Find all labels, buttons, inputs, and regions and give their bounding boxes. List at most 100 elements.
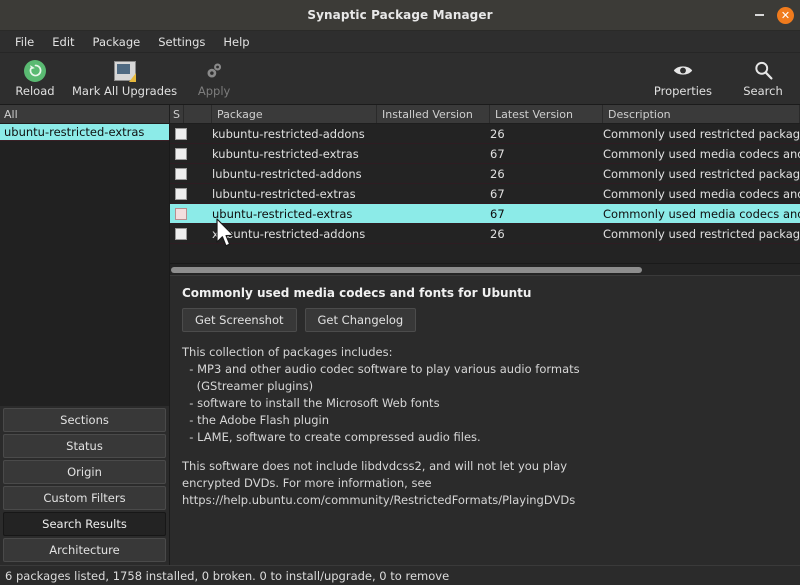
cell-package: kubuntu-restricted-extras	[212, 146, 359, 161]
row-checkbox[interactable]	[170, 227, 212, 240]
toolbar: Reload Mark All Upgrades Apply Propertie…	[0, 53, 800, 105]
column-header-description[interactable]: Description	[603, 105, 800, 123]
package-area: S Package Installed Version Latest Versi…	[170, 105, 800, 565]
search-label: Search	[743, 84, 783, 98]
details-line: encrypted DVDs. For more information, se…	[182, 476, 432, 490]
table-row[interactable]: kubuntu-restricted-extras 67 Commonly us…	[170, 144, 800, 164]
scrollbar-thumb[interactable]	[171, 266, 642, 273]
mark-all-upgrades-icon	[113, 59, 136, 82]
properties-label: Properties	[653, 84, 712, 98]
status-bar: 6 packages listed, 1758 installed, 0 bro…	[0, 565, 800, 585]
apply-label: Apply	[197, 84, 231, 98]
reload-icon	[24, 59, 46, 82]
cell-description: Commonly used media codecs and fo	[603, 186, 800, 201]
table-row-selected[interactable]: ubuntu-restricted-extras 67 Commonly use…	[170, 204, 800, 224]
menu-bar: File Edit Package Settings Help	[0, 31, 800, 53]
sidebar-item-sections[interactable]: Sections	[3, 408, 166, 432]
title-bar: Synaptic Package Manager ✕	[0, 0, 800, 31]
sidebar: All ubuntu-restricted-extras Sections St…	[0, 105, 170, 565]
table-row[interactable]: lubuntu-restricted-extras 67 Commonly us…	[170, 184, 800, 204]
cell-description: Commonly used restricted packages f	[603, 126, 800, 141]
apply-gear-icon	[204, 59, 225, 82]
cell-description: Commonly used restricted packages f	[603, 226, 800, 241]
get-screenshot-button[interactable]: Get Screenshot	[182, 308, 297, 332]
details-line: This software does not include libdvdcss…	[182, 459, 568, 473]
search-button[interactable]: Search	[734, 57, 792, 100]
cell-package: lubuntu-restricted-addons	[212, 166, 362, 181]
table-row[interactable]: lubuntu-restricted-addons 26 Commonly us…	[170, 164, 800, 184]
sidebar-item-architecture[interactable]: Architecture	[3, 538, 166, 562]
sidebar-buttons: Sections Status Origin Custom Filters Se…	[0, 406, 170, 565]
column-header-latest-version[interactable]: Latest Version	[490, 105, 603, 123]
filter-column-header: All	[0, 105, 170, 124]
cell-latest-version: 26	[490, 226, 505, 241]
filter-list[interactable]: ubuntu-restricted-extras	[0, 124, 170, 406]
row-checkbox[interactable]	[170, 167, 212, 180]
row-checkbox[interactable]	[170, 207, 212, 220]
cell-latest-version: 67	[490, 206, 505, 221]
mark-all-upgrades-button[interactable]: Mark All Upgrades	[64, 57, 185, 100]
details-line: - the Adobe Flash plugin	[182, 413, 330, 427]
cell-latest-version: 26	[490, 166, 505, 181]
sidebar-item-custom-filters[interactable]: Custom Filters	[3, 486, 166, 510]
package-details-buttons: Get Screenshot Get Changelog	[182, 308, 788, 332]
sidebar-item-status[interactable]: Status	[3, 434, 166, 458]
menu-item-settings[interactable]: Settings	[149, 33, 214, 51]
mark-all-upgrades-label: Mark All Upgrades	[72, 84, 178, 98]
eye-icon	[672, 59, 694, 82]
filter-list-item-selected[interactable]: ubuntu-restricted-extras	[0, 124, 169, 141]
package-details-title: Commonly used media codecs and fonts for…	[182, 286, 532, 300]
main-body: All ubuntu-restricted-extras Sections St…	[0, 105, 800, 565]
sidebar-item-search-results[interactable]: Search Results	[3, 512, 166, 536]
cell-latest-version: 67	[490, 146, 505, 161]
column-header-status[interactable]: S	[170, 105, 184, 123]
toolbar-right-group: Properties Search	[646, 53, 792, 104]
package-details-body: This collection of packages includes: - …	[182, 344, 788, 509]
package-list-filler	[170, 247, 800, 263]
row-checkbox[interactable]	[170, 147, 212, 160]
menu-item-file[interactable]: File	[6, 33, 43, 51]
menu-item-package[interactable]: Package	[84, 33, 150, 51]
details-line: This collection of packages includes:	[182, 345, 393, 359]
package-table-header: S Package Installed Version Latest Versi…	[170, 105, 800, 124]
row-checkbox[interactable]	[170, 127, 212, 140]
reload-button[interactable]: Reload	[6, 57, 64, 100]
package-details-panel: Commonly used media codecs and fonts for…	[170, 275, 800, 565]
menu-item-help[interactable]: Help	[214, 33, 258, 51]
cell-description: Commonly used restricted packages f	[603, 166, 800, 181]
cell-description: Commonly used media codecs and fo	[603, 206, 800, 221]
details-url-line: https://help.ubuntu.com/community/Restri…	[182, 493, 576, 507]
cell-package: kubuntu-restricted-addons	[212, 126, 365, 141]
properties-button[interactable]: Properties	[646, 57, 720, 100]
cell-package: lubuntu-restricted-extras	[212, 186, 356, 201]
reload-label: Reload	[15, 84, 55, 98]
details-spacer	[182, 446, 788, 458]
column-header-package[interactable]: Package	[212, 105, 377, 123]
get-changelog-button[interactable]: Get Changelog	[304, 308, 417, 332]
row-checkbox[interactable]	[170, 187, 212, 200]
cell-description: Commonly used media codecs and fo	[603, 146, 800, 161]
window-controls: ✕	[751, 0, 794, 30]
column-header-installed-version[interactable]: Installed Version	[377, 105, 490, 123]
details-line: - software to install the Microsoft Web …	[182, 396, 440, 410]
cell-package: ubuntu-restricted-extras	[212, 206, 353, 221]
apply-button[interactable]: Apply	[185, 57, 243, 100]
cell-latest-version: 26	[490, 126, 505, 141]
column-header-checkbox[interactable]	[184, 105, 212, 123]
package-list[interactable]: kubuntu-restricted-addons 26 Commonly us…	[170, 124, 800, 247]
details-line: (GStreamer plugins)	[182, 379, 314, 393]
close-button[interactable]: ✕	[777, 6, 794, 24]
table-row[interactable]: kubuntu-restricted-addons 26 Commonly us…	[170, 124, 800, 144]
synaptic-window: Synaptic Package Manager ✕ File Edit Pac…	[0, 0, 800, 585]
menu-item-edit[interactable]: Edit	[43, 33, 83, 51]
sidebar-item-origin[interactable]: Origin	[3, 460, 166, 484]
minimize-button[interactable]	[751, 7, 767, 23]
search-icon	[753, 59, 774, 82]
package-list-hscrollbar[interactable]	[170, 263, 800, 275]
status-bar-text: 6 packages listed, 1758 installed, 0 bro…	[5, 568, 450, 583]
details-line: - MP3 and other audio codec software to …	[182, 362, 580, 376]
table-row[interactable]: xubuntu-restricted-addons 26 Commonly us…	[170, 224, 800, 244]
window-title: Synaptic Package Manager	[307, 8, 493, 22]
details-line: - LAME, software to create compressed au…	[182, 430, 481, 444]
cell-package: xubuntu-restricted-addons	[212, 226, 366, 241]
